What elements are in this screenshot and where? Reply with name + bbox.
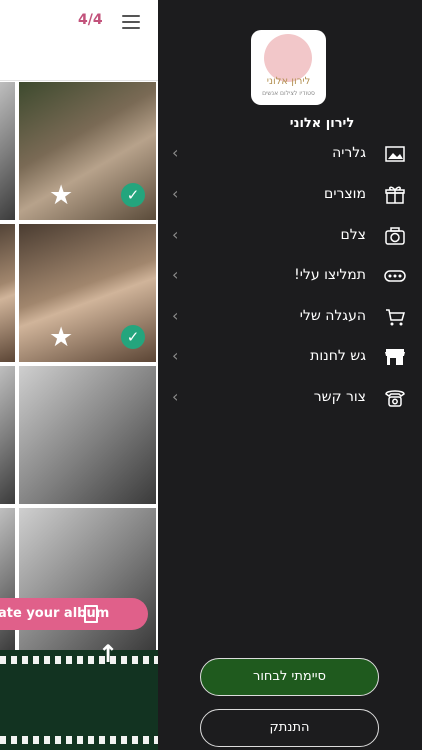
- more-dots-icon: [384, 270, 406, 282]
- menu-item-gallery[interactable]: ‹ גלריה: [158, 139, 422, 171]
- main-panel: 4/4 ★ ✓ ★ ✓ ate your album ↑: [0, 0, 158, 750]
- check-icon[interactable]: ✓: [121, 325, 145, 349]
- logo-mark: [264, 34, 312, 82]
- photo-thumbnail[interactable]: [0, 224, 15, 362]
- menu-icon[interactable]: [122, 15, 140, 29]
- photo-thumbnail[interactable]: [19, 366, 156, 504]
- camera-icon: [385, 227, 405, 245]
- logo-title: לירון אלוני: [266, 76, 311, 87]
- menu-item-label: גש לחנות: [310, 348, 366, 364]
- logout-button[interactable]: התנתק: [200, 709, 379, 747]
- chevron-left-icon: ‹: [172, 387, 179, 406]
- up-arrow-icon[interactable]: ↑: [98, 640, 118, 668]
- menu-item-photographer[interactable]: ‹ צלם: [158, 221, 422, 253]
- photo-grid: ★ ✓ ★ ✓: [0, 82, 158, 650]
- chevron-left-icon: ‹: [172, 225, 179, 244]
- selection-counter: 4/4: [78, 12, 103, 28]
- menu-item-label: העגלה שלי: [299, 308, 366, 324]
- photo-thumbnail[interactable]: [0, 82, 15, 220]
- brand-name: לירון אלוני: [289, 116, 355, 131]
- chevron-left-icon: ‹: [172, 306, 179, 325]
- menu-item-label: תמליצו עלי!: [294, 267, 366, 283]
- photo-thumbnail[interactable]: ★ ✓: [19, 82, 156, 220]
- logo-subtitle: סטודיו לצילום אנשים: [262, 90, 315, 97]
- menu-item-label: צור קשר: [313, 389, 366, 405]
- star-icon[interactable]: ★: [49, 182, 73, 209]
- menu-item-store[interactable]: ‹ גש לחנות: [158, 342, 422, 374]
- film-strip: [0, 650, 158, 750]
- done-selecting-button[interactable]: סיימתי לבחור: [200, 658, 379, 696]
- film-holes: [0, 656, 158, 664]
- film-holes: [0, 736, 158, 744]
- book-icon: [84, 605, 98, 623]
- menu-item-label: גלריה: [332, 145, 366, 161]
- star-icon[interactable]: ★: [49, 324, 73, 351]
- photo-thumbnail[interactable]: [0, 366, 15, 504]
- gallery-icon: [385, 146, 405, 162]
- create-album-button[interactable]: ate your album: [0, 598, 148, 630]
- studio-logo: לירון אלוני סטודיו לצילום אנשים: [251, 30, 326, 105]
- menu-item-contact[interactable]: ‹ צור קשר: [158, 383, 422, 415]
- menu-item-label: מוצרים: [324, 186, 366, 202]
- chevron-left-icon: ‹: [172, 346, 179, 365]
- menu-item-recommend[interactable]: ‹ תמליצו עלי!: [158, 261, 422, 293]
- store-icon: [385, 349, 405, 365]
- menu-item-cart[interactable]: ‹ העגלה שלי: [158, 302, 422, 334]
- phone-icon: [385, 390, 405, 407]
- menu-item-products[interactable]: ‹ מוצרים: [158, 180, 422, 212]
- chevron-left-icon: ‹: [172, 265, 179, 284]
- menu-item-label: צלם: [340, 227, 366, 243]
- photo-thumbnail[interactable]: ★ ✓: [19, 224, 156, 362]
- check-icon[interactable]: ✓: [121, 183, 145, 207]
- chevron-left-icon: ‹: [172, 143, 179, 162]
- brand-name-row: לירון אלוני: [158, 112, 422, 131]
- top-bar: 4/4: [0, 0, 158, 81]
- cart-icon: [386, 309, 405, 326]
- gift-icon: [385, 186, 405, 204]
- chevron-left-icon: ‹: [172, 184, 179, 203]
